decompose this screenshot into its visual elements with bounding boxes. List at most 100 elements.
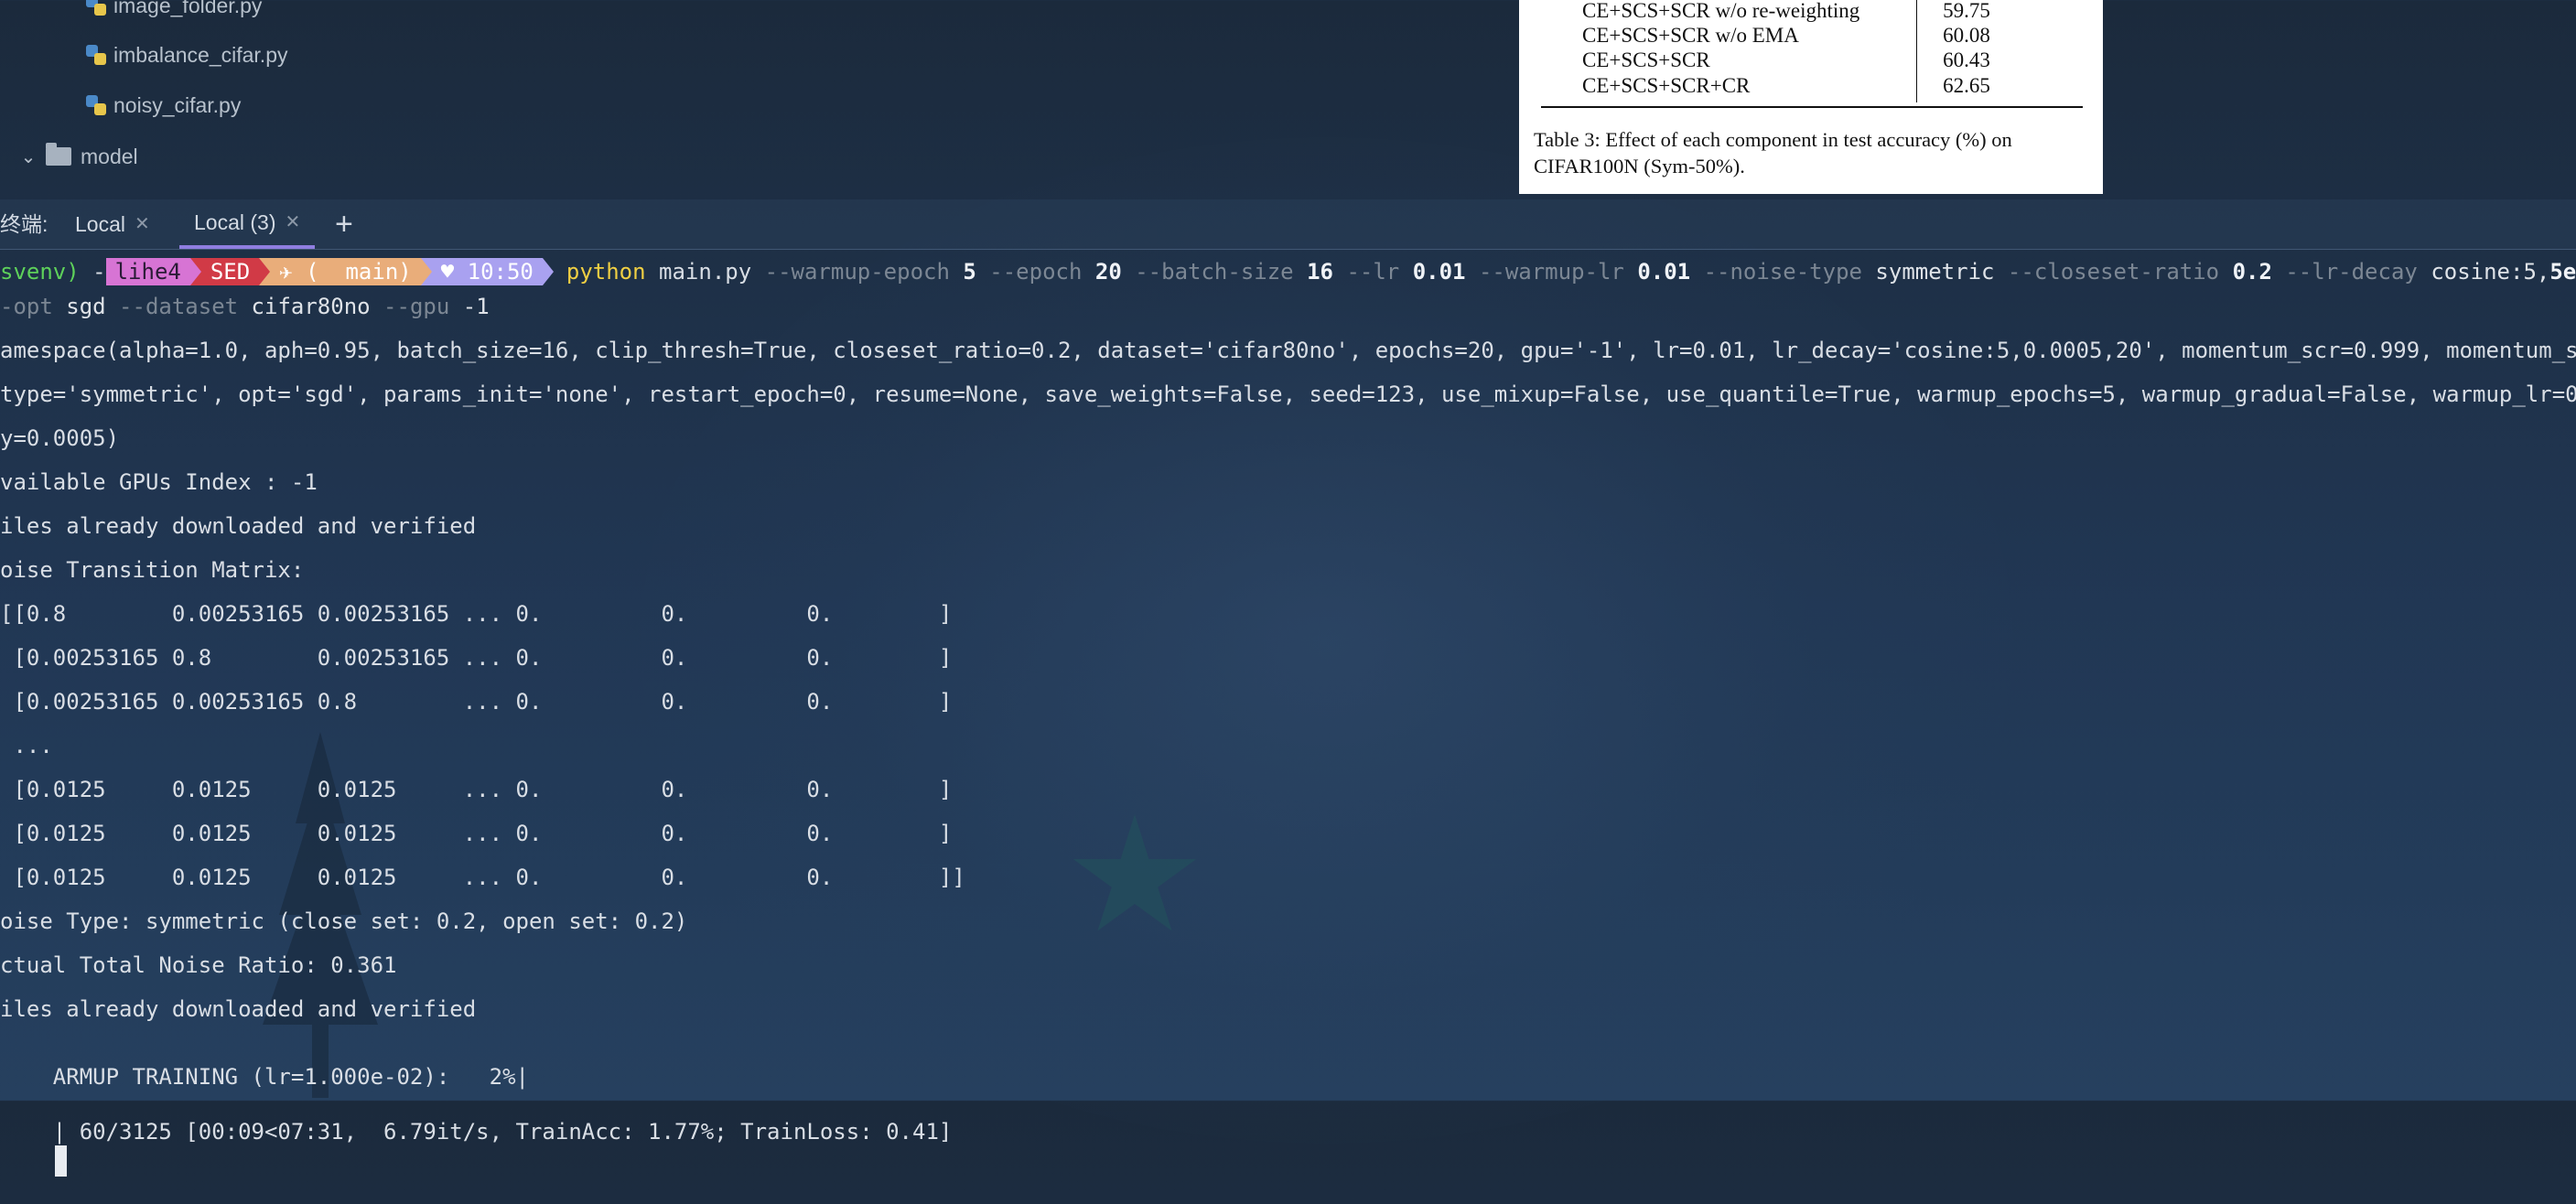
output-line: amespace(alpha=1.0, aph=0.95, batch_size… bbox=[0, 338, 2576, 363]
command-token: main.py bbox=[645, 259, 765, 285]
command-token: 5 bbox=[963, 259, 990, 285]
table-caption: Table 3: Effect of each component in tes… bbox=[1534, 126, 2094, 179]
prompt-dash: - bbox=[92, 259, 106, 285]
output-line: ... bbox=[0, 733, 53, 758]
file-name: image_folder.py bbox=[113, 0, 263, 17]
table-cell-acc: 62.65 bbox=[1943, 74, 1990, 97]
terminal-cursor bbox=[54, 1145, 67, 1177]
output-line: iles already downloaded and verified bbox=[0, 513, 477, 539]
project-tree: image_folder.py imbalance_cifar.py noisy… bbox=[0, 0, 1098, 188]
table-cell-config: CE+SCS+SCR bbox=[1582, 48, 1710, 71]
table-row: CE+SCS+SCR 60.43 bbox=[1541, 48, 2083, 73]
command-token: 0.2 bbox=[2232, 259, 2286, 285]
command-continuation: -opt sgd --dataset cifar80no --gpu -1 bbox=[0, 293, 490, 320]
table-cell-acc: 59.75 bbox=[1943, 0, 1990, 22]
command-token: 16 bbox=[1307, 259, 1347, 285]
command-token: --noise-type bbox=[1703, 259, 1876, 285]
command-token: --closeset-ratio bbox=[2007, 259, 2233, 285]
progress-bar-fill bbox=[53, 1094, 65, 1114]
table-row: CE+SCS+SCR+CR 62.65 bbox=[1541, 73, 2083, 99]
command-text: python main.py --warmup-epoch 5 --epoch … bbox=[566, 259, 2576, 285]
table-cell-acc: 60.43 bbox=[1943, 48, 1990, 71]
tab-label: Local bbox=[75, 212, 125, 236]
output-line: [0.0125 0.0125 0.0125 ... 0. 0. 0. ] bbox=[0, 777, 953, 802]
command-token: --lr-decay bbox=[2285, 259, 2431, 285]
command-token: --warmup-lr bbox=[1478, 259, 1638, 285]
table-cell-config: CE+SCS+SCR w/o re-weighting bbox=[1582, 0, 1860, 22]
prompt-git-segment: ✈ ( main) bbox=[270, 258, 421, 285]
python-file-icon bbox=[86, 0, 106, 16]
command-token: sgd bbox=[66, 294, 120, 319]
command-token: --lr bbox=[1346, 259, 1413, 285]
output-line: iles already downloaded and verified bbox=[0, 996, 477, 1022]
caption-line: CIFAR100N (Sym-50%). bbox=[1534, 155, 1745, 177]
output-line: [0.0125 0.0125 0.0125 ... 0. 0. 0. ] bbox=[0, 821, 953, 846]
command-token: 0.01 bbox=[1412, 259, 1479, 285]
command-token: --gpu bbox=[383, 294, 463, 319]
python-file-icon bbox=[86, 95, 106, 115]
command-token: cifar80no bbox=[251, 294, 384, 319]
segment-arrow bbox=[189, 258, 201, 285]
folder-icon bbox=[46, 143, 71, 166]
caption-line: Table 3: Effect of each component in tes… bbox=[1534, 128, 2012, 151]
table-cell-config: CE+SCS+SCR+CR bbox=[1582, 74, 1751, 97]
table-row: CE+SCS+SCR w/o EMA 60.08 bbox=[1541, 23, 2083, 48]
output-line: [0.00253165 0.8 0.00253165 ... 0. 0. 0. … bbox=[0, 645, 953, 671]
command-token: cosine:5, bbox=[2430, 259, 2550, 285]
prompt-user-segment: lihe4 bbox=[105, 258, 190, 285]
prompt-env: svenv) bbox=[0, 259, 93, 285]
close-icon[interactable]: ✕ bbox=[285, 198, 300, 247]
segment-arrow bbox=[420, 258, 432, 285]
command-token: symmetric bbox=[1875, 259, 2008, 285]
file-item[interactable]: imbalance_cifar.py bbox=[86, 37, 288, 73]
output-line: oise Transition Matrix: bbox=[0, 557, 305, 583]
output-line: type='symmetric', opt='sgd', params_init… bbox=[0, 382, 2576, 407]
file-item[interactable]: noisy_cifar.py bbox=[86, 87, 241, 124]
file-name: imbalance_cifar.py bbox=[113, 42, 288, 67]
chevron-down-icon[interactable]: ⌄ bbox=[18, 145, 38, 168]
prompt-time-segment: ♥ 10:50 bbox=[431, 258, 543, 285]
prompt-line: svenv) - lihe4 SED ✈ ( main) ♥ 10:50 pyt… bbox=[0, 249, 2576, 295]
output-line: ctual Total Noise Ratio: 0.361 bbox=[0, 952, 397, 978]
progress-bar bbox=[53, 1091, 639, 1118]
terminal-tab-bar: 终端: Local ✕ Local (3) ✕ + bbox=[0, 199, 2576, 250]
command-token: --warmup-epoch bbox=[764, 259, 964, 285]
command-token: --epoch bbox=[989, 259, 1095, 285]
table-cell-acc: 60.08 bbox=[1943, 24, 1990, 47]
output-line: oise Type: symmetric (close set: 0.2, op… bbox=[0, 908, 688, 934]
command-token: --batch-size bbox=[1135, 259, 1308, 285]
prompt-dir-segment: SED bbox=[200, 258, 260, 285]
table-cell-config: CE+SCS+SCR w/o EMA bbox=[1582, 24, 1799, 47]
output-line: [[0.8 0.00253165 0.00253165 ... 0. 0. 0.… bbox=[0, 601, 953, 627]
close-icon[interactable]: ✕ bbox=[135, 199, 150, 249]
output-line: [0.00253165 0.00253165 0.8 ... 0. 0. 0. … bbox=[0, 689, 953, 715]
folder-item-model[interactable]: ⌄ model bbox=[18, 138, 138, 175]
progress-suffix: | 60/3125 [00:09<07:31, 6.79it/s, TrainA… bbox=[52, 1119, 953, 1145]
python-file-icon bbox=[86, 45, 106, 65]
file-item[interactable]: image_folder.py bbox=[86, 0, 262, 24]
command-token: 20 bbox=[1094, 259, 1136, 285]
paper-table-snippet: CE+SCS+SCR w/o re-weighting 59.75 CE+SCS… bbox=[1519, 0, 2103, 194]
tab-label: Local (3) bbox=[194, 210, 276, 234]
terminal-output[interactable]: svenv) - lihe4 SED ✈ ( main) ♥ 10:50 pyt… bbox=[0, 249, 2576, 1177]
command-token: python bbox=[566, 259, 646, 285]
command-token: --dataset bbox=[119, 294, 252, 319]
table-bottom-rule bbox=[1541, 106, 2083, 108]
file-name: noisy_cifar.py bbox=[113, 92, 242, 117]
table-row: CE+SCS+SCR w/o re-weighting 59.75 bbox=[1541, 0, 2083, 24]
segment-arrow bbox=[542, 258, 554, 285]
progress-line: ARMUP TRAINING (lr=1.000e-02): 2%| | 60/… bbox=[0, 1036, 2576, 1177]
segment-arrow bbox=[259, 258, 271, 285]
folder-name: model bbox=[81, 144, 138, 168]
command-token: 0.01 bbox=[1637, 259, 1704, 285]
output-line: vailable GPUs Index : -1 bbox=[0, 469, 318, 495]
terminal-title: 终端: bbox=[0, 212, 49, 236]
tab-local-3[interactable]: Local (3) ✕ bbox=[179, 198, 316, 249]
progress-prefix: ARMUP TRAINING (lr=1.000e-02): 2%| bbox=[52, 1064, 529, 1090]
command-token: 5e-4 bbox=[2549, 259, 2576, 285]
add-tab-button[interactable]: + bbox=[335, 199, 353, 249]
tab-local[interactable]: Local ✕ bbox=[75, 199, 150, 249]
output-line: y=0.0005) bbox=[0, 425, 120, 451]
command-token: -1 bbox=[462, 294, 490, 319]
output-line: [0.0125 0.0125 0.0125 ... 0. 0. 0. ]] bbox=[0, 865, 965, 890]
